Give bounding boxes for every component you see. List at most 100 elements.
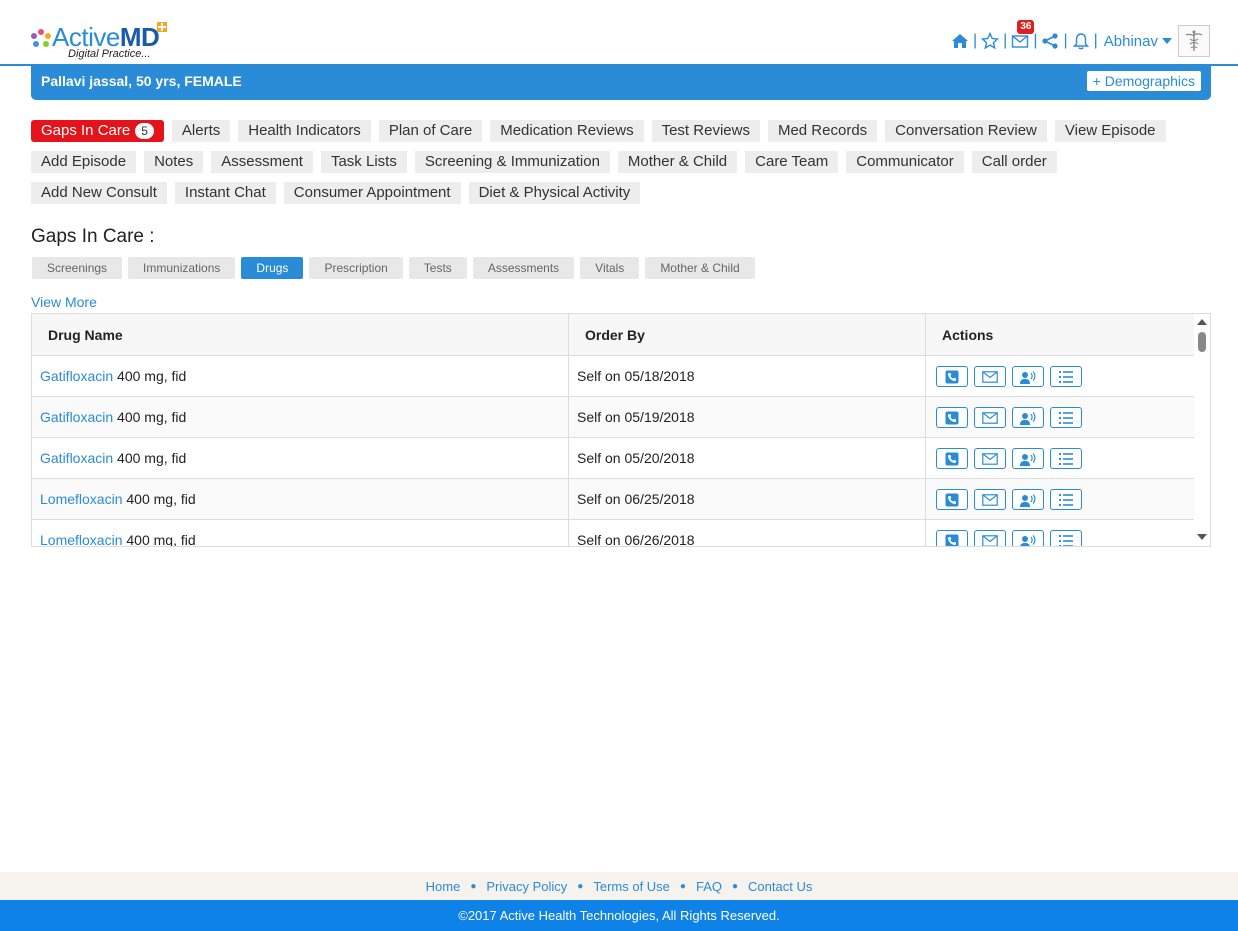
nav-separator: |	[1063, 32, 1068, 49]
tab-task-lists[interactable]: Task Lists	[320, 151, 407, 173]
tab-instant-chat[interactable]: Instant Chat	[174, 182, 276, 204]
tab-assessment[interactable]: Assessment	[211, 151, 313, 173]
tab-consumer-appointment[interactable]: Consumer Appointment	[283, 182, 461, 204]
subtab-immunizations[interactable]: Immunizations	[128, 257, 236, 279]
table-scrollbar[interactable]	[1194, 314, 1210, 546]
footer-link-contact-us[interactable]: Contact Us	[748, 879, 812, 894]
subtab-prescription[interactable]: Prescription	[309, 257, 403, 279]
tab-screening-immunization[interactable]: Screening & Immunization	[414, 151, 610, 173]
order-by-cell: Self on 06/26/2018	[569, 520, 926, 546]
drug-name-cell: Lomefloxacin 400 mg, fid	[32, 479, 569, 520]
tab-label: Gaps In Care	[41, 122, 131, 139]
email-button[interactable]	[974, 366, 1006, 387]
voice-call-button[interactable]	[1012, 530, 1044, 546]
drug-name-link[interactable]: Gatifloxacin	[40, 409, 113, 425]
share-icon[interactable]	[1041, 32, 1059, 50]
subtab-vitals[interactable]: Vitals	[580, 257, 640, 279]
tab-medication-reviews[interactable]: Medication Reviews	[490, 120, 644, 142]
nav-separator: |	[1033, 32, 1038, 49]
details-button[interactable]	[1050, 489, 1082, 510]
email-button[interactable]	[974, 448, 1006, 469]
table-row: Lomefloxacin 400 mg, fid Self on 06/25/20…	[32, 479, 1195, 520]
tab-add-new-consult[interactable]: Add New Consult	[31, 182, 167, 204]
footer-link-home[interactable]: Home	[426, 879, 461, 894]
drug-name-cell: Gatifloxacin 400 mg, fid	[32, 438, 569, 479]
drug-name-link[interactable]: Gatifloxacin	[40, 368, 113, 384]
footer-link-faq[interactable]: FAQ	[696, 879, 722, 894]
tab-health-indicators[interactable]: Health Indicators	[238, 120, 371, 142]
tab-call-order[interactable]: Call order	[971, 151, 1057, 173]
avatar[interactable]	[1178, 25, 1210, 57]
tab-view-episode[interactable]: View Episode	[1054, 120, 1166, 142]
order-by-cell: Self on 05/18/2018	[569, 356, 926, 397]
details-button[interactable]	[1050, 407, 1082, 428]
details-button[interactable]	[1050, 530, 1082, 546]
email-icon	[982, 493, 998, 506]
footer-links: Home ● Privacy Policy ● Terms of Use ● F…	[0, 872, 1238, 900]
order-by-cell: Self on 06/25/2018	[569, 479, 926, 520]
drug-dose: 400 mg, fid	[122, 491, 196, 507]
email-button[interactable]	[974, 407, 1006, 428]
gaps-subtabs: Screenings Immunizations Drugs Prescript…	[32, 257, 755, 279]
footer-dot: ●	[470, 880, 477, 892]
tab-add-episode[interactable]: Add Episode	[31, 151, 137, 173]
tab-plan-of-care[interactable]: Plan of Care	[378, 120, 483, 142]
user-menu[interactable]: Abhinav	[1104, 33, 1172, 50]
drug-name-link[interactable]: Gatifloxacin	[40, 450, 113, 466]
activemd-logo[interactable]: ActiveMD Digital Practice...	[30, 20, 170, 64]
bell-icon[interactable]	[1072, 32, 1090, 50]
tab-mother-child[interactable]: Mother & Child	[617, 151, 738, 173]
subtab-drugs[interactable]: Drugs	[241, 257, 304, 279]
scroll-up-icon[interactable]	[1197, 319, 1207, 325]
details-button[interactable]	[1050, 448, 1082, 469]
scroll-thumb[interactable]	[1198, 332, 1206, 352]
star-icon[interactable]	[981, 31, 1000, 50]
tab-row-3: Add New Consult Instant Chat Consumer Ap…	[31, 182, 1211, 204]
footer-link-terms-of-use[interactable]: Terms of Use	[593, 879, 670, 894]
table-body: Gatifloxacin 400 mg, fid Self on 05/18/20…	[32, 356, 1195, 546]
home-icon[interactable]	[951, 32, 969, 50]
tab-conversation-review[interactable]: Conversation Review	[885, 120, 1047, 142]
tab-communicator[interactable]: Communicator	[846, 151, 964, 173]
phone-icon	[945, 411, 959, 425]
subtab-assessments[interactable]: Assessments	[472, 257, 575, 279]
footer-dot: ●	[731, 880, 739, 892]
footer-dot: ●	[577, 880, 584, 892]
call-button[interactable]	[936, 366, 968, 387]
section-title: Gaps In Care :	[31, 226, 155, 247]
tab-notes[interactable]: Notes	[144, 151, 204, 173]
patient-name: Pallavi jassal, 50 yrs, FEMALE	[41, 73, 242, 89]
tab-test-reviews[interactable]: Test Reviews	[651, 120, 760, 142]
drug-name-link[interactable]: Lomefloxacin	[40, 532, 123, 546]
email-icon	[982, 411, 998, 424]
call-button[interactable]	[936, 407, 968, 428]
view-more-link[interactable]: View More	[31, 294, 97, 310]
drug-name-link[interactable]: Lomefloxacin	[40, 491, 123, 507]
call-button[interactable]	[936, 530, 968, 546]
tab-med-records[interactable]: Med Records	[767, 120, 878, 142]
scroll-down-icon[interactable]	[1197, 534, 1207, 540]
mail-icon[interactable]: 36	[1011, 20, 1035, 50]
subtab-screenings[interactable]: Screenings	[32, 257, 123, 279]
tab-alerts[interactable]: Alerts	[171, 120, 231, 142]
tab-gaps-in-care[interactable]: Gaps In Care 5	[31, 120, 164, 142]
list-icon	[1058, 452, 1074, 466]
voice-call-button[interactable]	[1012, 448, 1044, 469]
email-button[interactable]	[974, 530, 1006, 546]
call-button[interactable]	[936, 448, 968, 469]
voice-call-button[interactable]	[1012, 407, 1044, 428]
tab-care-team[interactable]: Care Team	[745, 151, 839, 173]
phone-icon	[945, 370, 959, 384]
phone-icon	[945, 534, 959, 546]
subtab-mother-child[interactable]: Mother & Child	[645, 257, 755, 279]
tab-diet-physical-activity[interactable]: Diet & Physical Activity	[468, 182, 641, 204]
voice-call-button[interactable]	[1012, 489, 1044, 510]
footer-link-privacy-policy[interactable]: Privacy Policy	[486, 879, 567, 894]
actions-cell	[926, 479, 1195, 520]
demographics-button[interactable]: + Demographics	[1086, 71, 1201, 91]
call-button[interactable]	[936, 489, 968, 510]
voice-call-button[interactable]	[1012, 366, 1044, 387]
email-button[interactable]	[974, 489, 1006, 510]
details-button[interactable]	[1050, 366, 1082, 387]
subtab-tests[interactable]: Tests	[408, 257, 467, 279]
